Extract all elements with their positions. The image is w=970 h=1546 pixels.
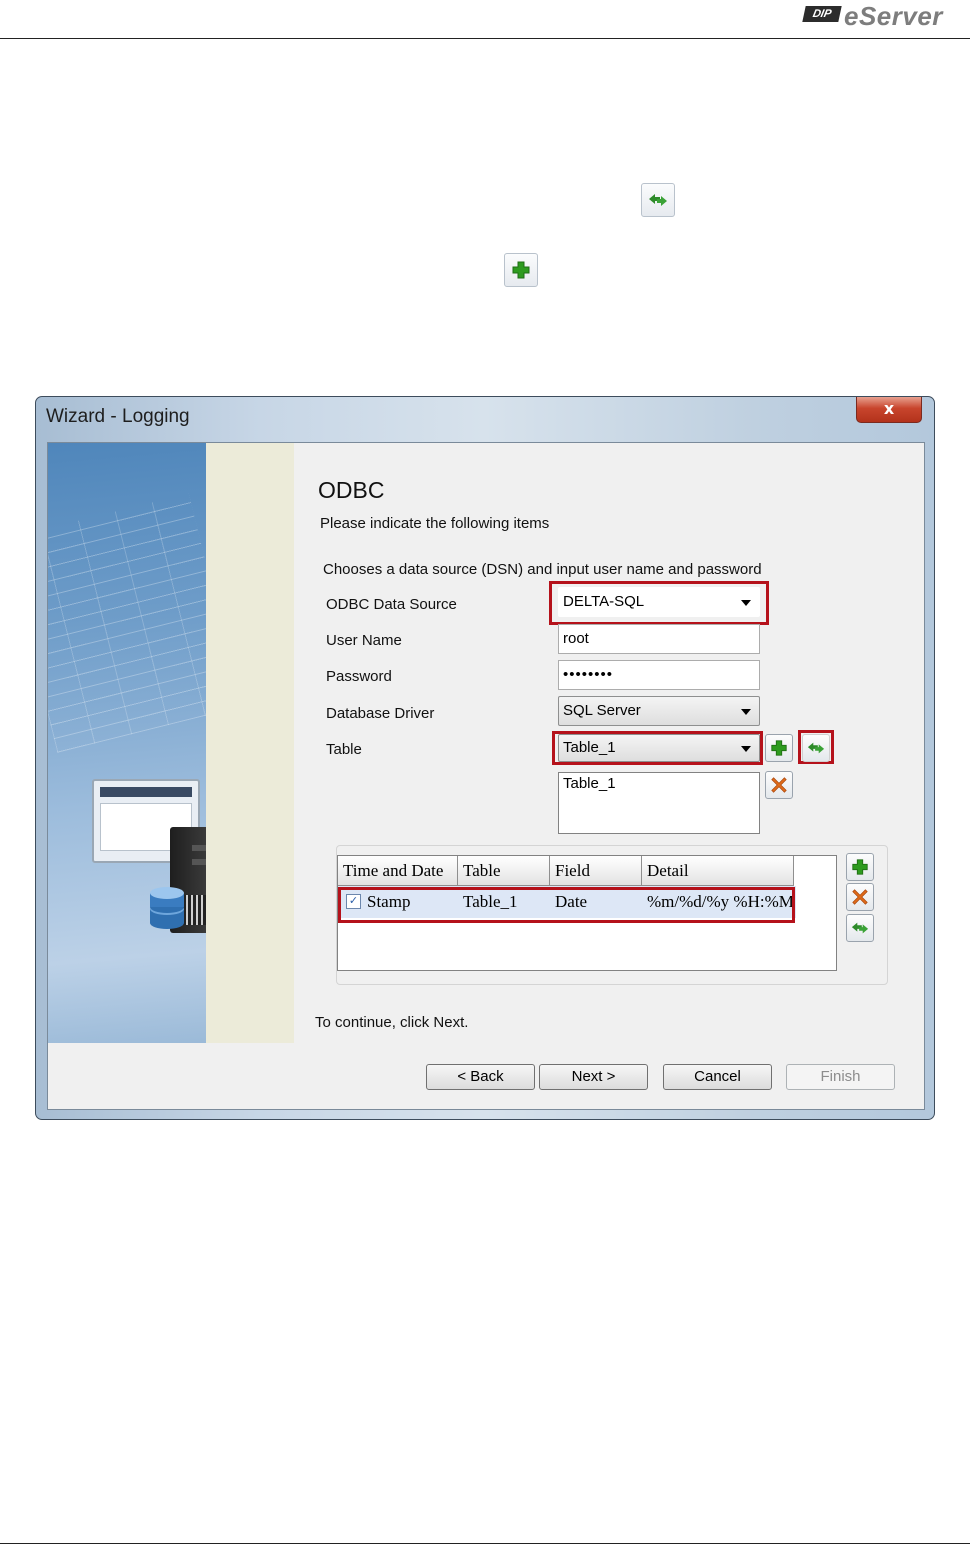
page-subtitle: Please indicate the following items bbox=[320, 515, 550, 532]
password-label: Password bbox=[326, 668, 392, 685]
wizard-side-panel bbox=[206, 443, 294, 1043]
close-button[interactable]: x bbox=[856, 397, 922, 423]
refresh-rows-button[interactable] bbox=[846, 914, 874, 942]
column-header[interactable]: Table bbox=[458, 856, 550, 886]
spreadsheet-illustration bbox=[48, 493, 206, 753]
password-value: •••••••• bbox=[563, 666, 614, 683]
dialog-title: Wizard - Logging bbox=[46, 406, 190, 427]
user-name-label: User Name bbox=[326, 632, 402, 649]
user-name-field[interactable]: root bbox=[558, 624, 760, 654]
footer-rule bbox=[0, 1543, 970, 1544]
close-icon: x bbox=[883, 399, 895, 418]
chevron-down-icon bbox=[741, 746, 751, 752]
delete-row-button[interactable] bbox=[846, 883, 874, 911]
user-name-value: root bbox=[563, 630, 589, 647]
x-icon bbox=[771, 777, 787, 793]
data-source-label: ODBC Data Source bbox=[326, 596, 457, 613]
data-source-select[interactable]: DELTA-SQL bbox=[558, 587, 760, 617]
driver-select[interactable]: SQL Server bbox=[558, 696, 760, 726]
x-icon bbox=[852, 889, 868, 905]
refresh-icon bbox=[641, 183, 675, 217]
plus-icon bbox=[771, 740, 787, 756]
column-header[interactable]: Detail bbox=[642, 856, 794, 886]
password-field[interactable]: •••••••• bbox=[558, 660, 760, 690]
finish-button: Finish bbox=[786, 1064, 895, 1090]
database-icon bbox=[148, 883, 186, 931]
add-row-button[interactable] bbox=[846, 853, 874, 881]
back-button[interactable]: < Back bbox=[426, 1064, 535, 1090]
driver-value: SQL Server bbox=[563, 702, 641, 719]
chevron-down-icon bbox=[741, 709, 751, 715]
chevron-down-icon bbox=[741, 600, 751, 606]
table-label: Table bbox=[326, 741, 362, 758]
cancel-button[interactable]: Cancel bbox=[663, 1064, 772, 1090]
plus-icon bbox=[852, 859, 868, 875]
delete-table-button[interactable] bbox=[765, 771, 793, 799]
add-table-button[interactable] bbox=[765, 734, 793, 762]
column-header[interactable]: Time and Date bbox=[338, 856, 458, 886]
page-title: ODBC bbox=[318, 477, 385, 503]
wizard-dialog: Wizard - Logging x ODBC Please indicate … bbox=[35, 396, 935, 1120]
wizard-side-image bbox=[48, 443, 206, 1043]
instruction-text: Chooses a data source (DSN) and input us… bbox=[323, 561, 762, 578]
table-list[interactable]: Table_1 bbox=[558, 772, 760, 834]
header-rule bbox=[0, 38, 970, 39]
driver-label: Database Driver bbox=[326, 705, 435, 722]
logo-badge: DIP bbox=[802, 6, 842, 22]
next-button[interactable]: Next > bbox=[539, 1064, 648, 1090]
dialog-client-area: ODBC Please indicate the following items… bbox=[47, 442, 925, 1110]
logo-text: eServer bbox=[844, 1, 943, 31]
refresh-table-button[interactable] bbox=[802, 734, 830, 762]
continue-hint: To continue, click Next. bbox=[315, 1014, 469, 1031]
refresh-icon bbox=[851, 922, 869, 934]
list-item[interactable]: Table_1 bbox=[563, 775, 755, 792]
table-select[interactable]: Table_1 bbox=[558, 734, 760, 762]
column-header[interactable]: Field bbox=[550, 856, 642, 886]
plus-icon bbox=[504, 253, 538, 287]
refresh-icon bbox=[807, 742, 825, 754]
table-value: Table_1 bbox=[563, 739, 616, 756]
data-source-value: DELTA-SQL bbox=[563, 593, 645, 610]
row-highlight bbox=[338, 887, 795, 923]
